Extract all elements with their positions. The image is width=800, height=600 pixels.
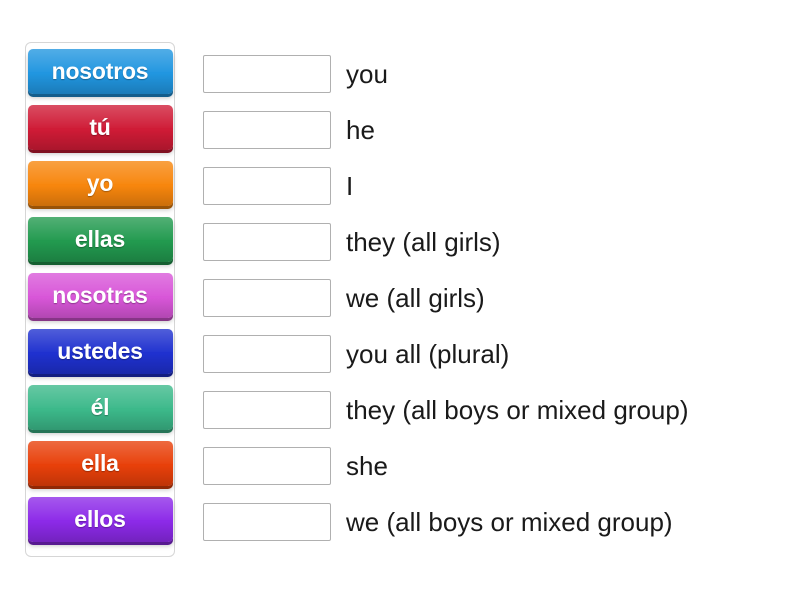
draggable-tile[interactable]: él: [27, 385, 173, 430]
answer-row: we (all boys or mixed group): [203, 503, 793, 541]
answer-row: we (all girls): [203, 279, 793, 317]
answer-drop-input[interactable]: [203, 447, 331, 485]
answer-row: he: [203, 111, 793, 149]
tile-label: yo: [86, 170, 114, 196]
prompt-text: they (all boys or mixed group): [346, 395, 689, 425]
answer-drop-input[interactable]: [203, 391, 331, 429]
answer-row: you all (plural): [203, 335, 793, 373]
prompt-text: you: [346, 59, 388, 89]
tile-label: nosotras: [52, 282, 148, 308]
draggable-tile[interactable]: ellas: [27, 217, 173, 262]
tile-label: ellas: [74, 226, 126, 252]
tile-label: ella: [81, 450, 119, 476]
draggable-tile[interactable]: nosotros: [27, 49, 173, 94]
prompt-text: we (all boys or mixed group): [346, 507, 673, 537]
answer-drop-input[interactable]: [203, 167, 331, 205]
tile-label: nosotros: [51, 58, 149, 84]
prompt-text: she: [346, 451, 388, 481]
prompt-text: they (all girls): [346, 227, 501, 257]
draggable-tile[interactable]: ustedes: [27, 329, 173, 374]
answer-row: you: [203, 55, 793, 93]
answer-drop-input[interactable]: [203, 223, 331, 261]
prompt-text: I: [346, 171, 354, 201]
answer-row: they (all girls): [203, 223, 793, 261]
tile-label: ellos: [74, 506, 126, 532]
draggable-tile[interactable]: nosotras: [27, 273, 173, 318]
prompt-text: you all (plural): [346, 339, 510, 369]
answer-drop-input[interactable]: [203, 503, 331, 541]
draggable-tile[interactable]: ella: [27, 441, 173, 486]
answer-row: they (all boys or mixed group): [203, 391, 793, 429]
draggable-tile[interactable]: ellos: [27, 497, 173, 542]
draggable-tile[interactable]: yo: [27, 161, 173, 206]
answer-drop-input[interactable]: [203, 55, 331, 93]
answer-drop-input[interactable]: [203, 111, 331, 149]
answer-drop-input[interactable]: [203, 335, 331, 373]
answer-row: she: [203, 447, 793, 485]
tile-label: ustedes: [57, 338, 143, 364]
answer-drop-input[interactable]: [203, 279, 331, 317]
prompt-text: we (all girls): [346, 283, 485, 313]
answer-row-list: you he Ithey (all girls) we (all girls) you …: [203, 55, 793, 559]
tile-label: tú: [89, 114, 111, 140]
tile-label: él: [90, 394, 110, 420]
match-up-activity: nosotros tú yo ellas nosotras ustedes él ella el…: [0, 0, 800, 600]
answer-row: I: [203, 167, 793, 205]
draggable-tile[interactable]: tú: [27, 105, 173, 150]
prompt-text: he: [346, 115, 375, 145]
draggable-tile-well: nosotros tú yo ellas nosotras ustedes él ella el…: [25, 42, 175, 557]
